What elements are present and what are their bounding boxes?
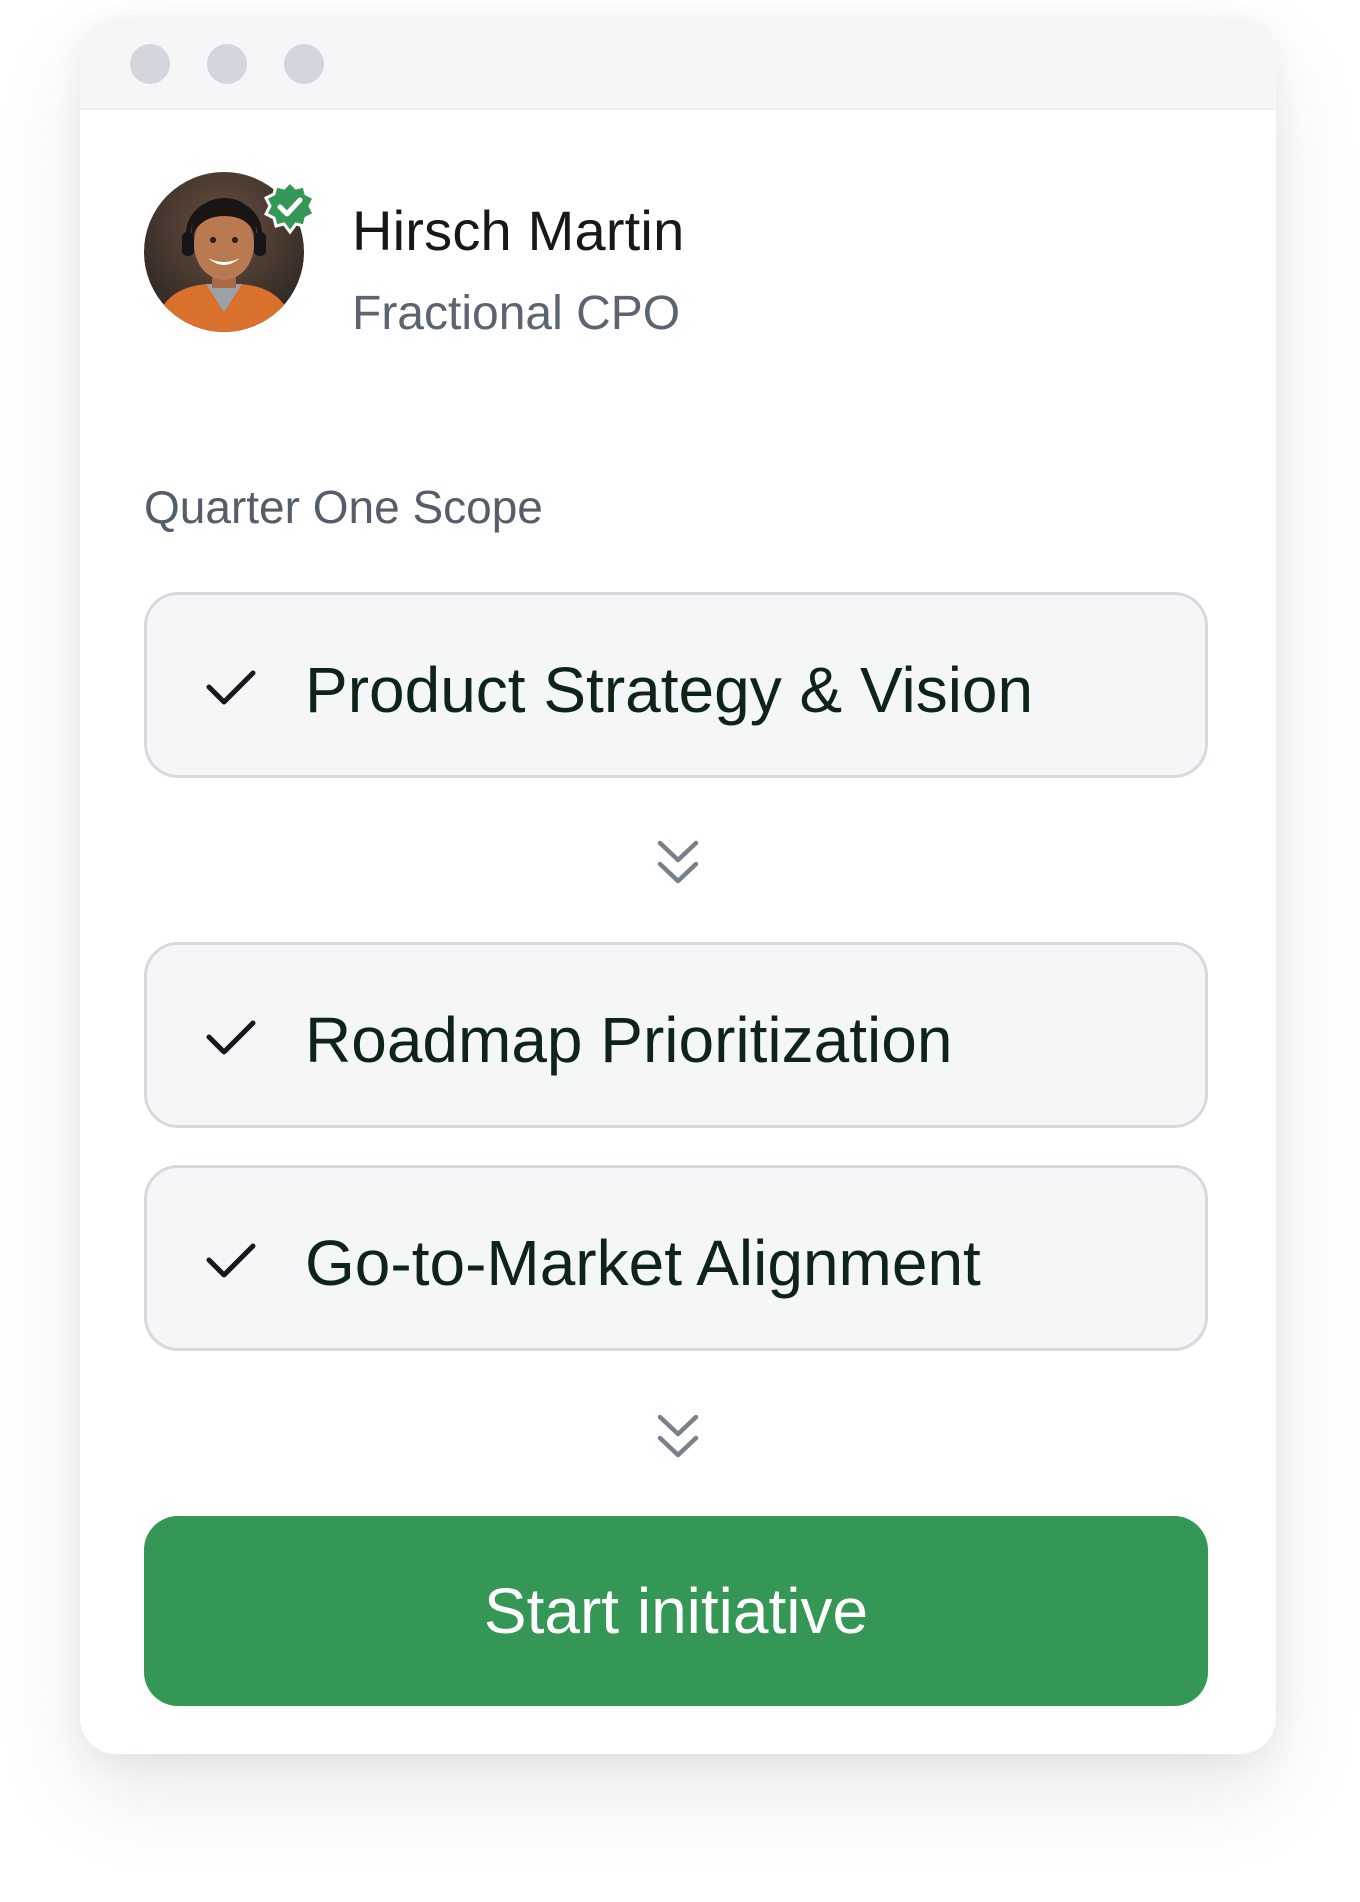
check-icon [205,1017,257,1059]
scope-item-label: Go-to-Market Alignment [305,1227,981,1299]
verified-badge-icon [262,179,318,236]
window-titlebar [80,18,1276,110]
window-close-dot[interactable] [130,44,170,84]
scope-item-label: Roadmap Prioritization [305,1004,953,1076]
scope-section-label: Quarter One Scope [144,481,543,533]
check-icon [205,667,257,709]
profile-role: Fractional CPO [352,287,681,340]
double-chevron-down-icon [656,838,700,888]
window-minimize-dot[interactable] [207,44,247,84]
scope-item-label: Product Strategy & Vision [305,654,1034,726]
scope-item-roadmap[interactable]: Roadmap Prioritization [144,942,1208,1128]
scope-item-product-strategy[interactable]: Product Strategy & Vision [144,592,1208,778]
scope-item-gtm[interactable]: Go-to-Market Alignment [144,1165,1208,1351]
start-initiative-button[interactable]: Start initiative [144,1516,1208,1706]
app-window: Hirsch Martin Fractional CPO Quarter One… [80,18,1276,1754]
check-icon [205,1240,257,1282]
profile-name: Hirsch Martin [352,199,685,262]
double-chevron-down-icon [656,1412,700,1462]
window-maximize-dot[interactable] [284,44,324,84]
